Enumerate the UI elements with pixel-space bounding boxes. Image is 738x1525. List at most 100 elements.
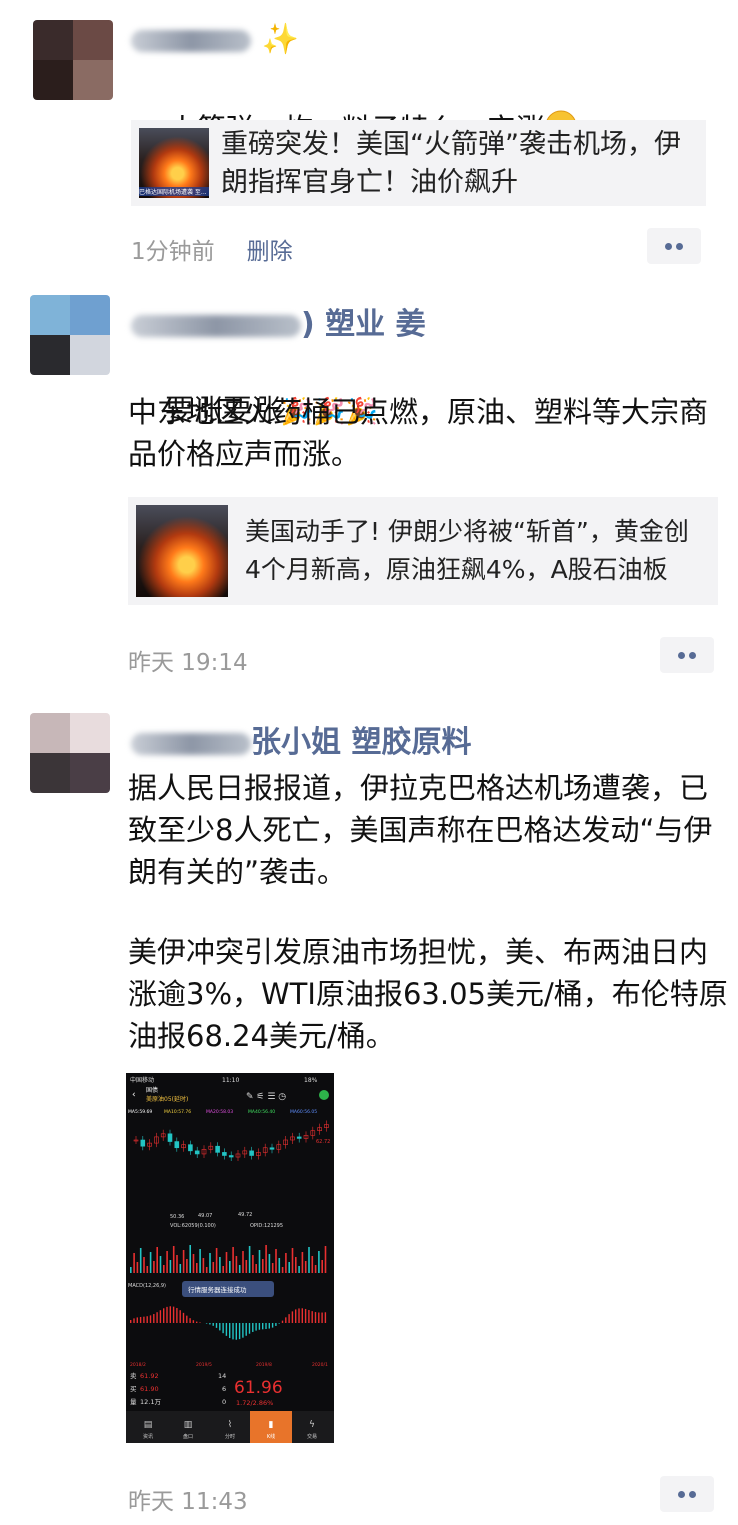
macd-bar [252, 1323, 254, 1332]
post-text-body: 中东地区火药桶已点燃，原油、塑料等大宗商品价格应声而涨。 [128, 395, 709, 471]
macd-bar [281, 1320, 284, 1323]
post-text: 据人民日报报道，伊拉克巴格达机场遭袭，已致至少8人死亡，美国声称在巴格达发动“与… [128, 771, 713, 889]
macd-bar [238, 1323, 241, 1340]
author-name[interactable]: 张小姐 塑胶原料 [131, 717, 471, 761]
post-time: 昨天 19:14 [128, 650, 248, 676]
svg-text:买: 买 [130, 1385, 137, 1393]
macd-bar [143, 1316, 145, 1323]
volume-bar [146, 1266, 149, 1273]
volume-bar [281, 1267, 284, 1273]
macd-bar [229, 1323, 231, 1339]
shared-article-card[interactable]: 巴格达国际机场遭袭 至... 重磅突发！美国“火箭弹”袭击机场，伊朗指挥官身亡！… [131, 120, 706, 206]
macd-bar [153, 1314, 155, 1323]
macd-bar [311, 1311, 313, 1323]
author-name[interactable]: ) 塑业 姜 [131, 299, 426, 343]
svg-text:MA40:56.40: MA40:56.40 [248, 1109, 275, 1115]
macd-bar [215, 1323, 218, 1328]
moment-post-1: ✨ 火箭弹一炸，料子特么一定涨 巴格达国际机场遭袭 至... 重磅突发！美国“火… [0, 0, 738, 285]
volume-bar [258, 1250, 261, 1273]
volume-bar [133, 1253, 135, 1273]
macd-bar [262, 1323, 264, 1330]
volume-bar [182, 1250, 185, 1273]
candle [228, 1155, 234, 1158]
candle [269, 1147, 275, 1150]
volume-bar [169, 1260, 172, 1273]
svg-text:资讯: 资讯 [143, 1433, 153, 1440]
macd-bar [232, 1323, 234, 1340]
macd-bar [205, 1323, 208, 1324]
more-actions-button[interactable] [660, 637, 714, 673]
avatar[interactable] [33, 20, 113, 100]
svg-text:2019/8: 2019/8 [256, 1362, 272, 1368]
volume-bar [149, 1252, 152, 1273]
volume-bar [143, 1257, 145, 1273]
volume-bar [196, 1263, 198, 1273]
trade-tab-icon: ϟ [309, 1420, 315, 1430]
volume-bar [222, 1266, 224, 1273]
macd-bar [149, 1315, 152, 1323]
volume-bar [172, 1246, 175, 1273]
candle [140, 1139, 146, 1147]
volume-bar [291, 1248, 294, 1273]
volume-bar [212, 1262, 215, 1273]
svg-text:MA10:57.76: MA10:57.76 [164, 1109, 191, 1115]
macd-bar [314, 1312, 317, 1323]
news-tab-icon: ▤ [144, 1420, 153, 1430]
star-icon: ✨ [261, 22, 299, 57]
svg-text:50.36: 50.36 [170, 1214, 184, 1220]
status-time: 11:10 [222, 1077, 239, 1084]
macd-bar [255, 1323, 257, 1331]
volume-bar [321, 1260, 323, 1273]
check-icon [319, 1090, 329, 1100]
volume-bar [189, 1245, 191, 1273]
trading-app-screenshot[interactable]: 中国移动 11:10 18% ‹ 国债 美原油05(延时) ✎ ⚟ ☰ ◷ MA… [126, 1073, 334, 1443]
volume-bar [209, 1253, 211, 1273]
volume-bar [229, 1261, 231, 1273]
macd-bar [189, 1318, 191, 1323]
price-change: 1.72/2.86% [236, 1399, 273, 1407]
macd-bar [268, 1323, 270, 1329]
shared-article-card[interactable]: 美国动手了! 伊朗少将被“斩首”，黄金创4个月新高，原油狂飙4%，A股石油板块.… [128, 497, 718, 605]
macd-bar [163, 1308, 165, 1323]
avatar[interactable] [30, 295, 110, 375]
macd-bar [301, 1308, 303, 1323]
volume-bar [245, 1260, 248, 1273]
svg-text:MA60:56.05: MA60:56.05 [290, 1109, 317, 1115]
volume-bar [248, 1246, 251, 1273]
author-name[interactable]: ✨ [131, 22, 299, 57]
volume-bar [262, 1259, 264, 1273]
moment-post-3: 张小姐 塑胶原料 据人民日报报道，伊拉克巴格达机场遭袭，已致至少8人死亡，美国声… [0, 695, 738, 1525]
svg-text:MA5:59.69: MA5:59.69 [128, 1109, 152, 1115]
macd-bar [235, 1323, 237, 1340]
macd-bar [146, 1316, 148, 1323]
volume-bar [235, 1256, 238, 1273]
macd-bar [288, 1314, 290, 1323]
candle [194, 1150, 200, 1155]
avatar[interactable] [30, 713, 110, 793]
status-carrier: 中国移动 [130, 1076, 154, 1084]
svg-text:盘口: 盘口 [183, 1433, 193, 1440]
volume-bar [179, 1264, 182, 1273]
article-title: 美国动手了! 伊朗少将被“斩首”，黄金创4个月新高，原油狂飙4%，A股石油板块.… [245, 517, 689, 584]
svg-text:量: 量 [130, 1398, 137, 1406]
svg-text:2020/1: 2020/1 [312, 1362, 328, 1368]
svg-text:2019/5: 2019/5 [196, 1362, 212, 1368]
svg-text:VOL:62059(0.100): VOL:62059(0.100) [170, 1223, 216, 1229]
more-actions-button[interactable] [647, 228, 701, 264]
volume-bar [159, 1256, 162, 1273]
svg-text:49.72: 49.72 [238, 1212, 252, 1218]
macd-bar [199, 1322, 201, 1323]
volume-bar [318, 1251, 320, 1273]
volume-bar [215, 1248, 218, 1273]
volume-bar [265, 1245, 267, 1273]
volume-bar [242, 1251, 244, 1273]
timeshare-tab-icon: ⌇ [228, 1419, 232, 1430]
volume-bar [156, 1247, 158, 1273]
macd-bar [209, 1323, 211, 1325]
volume-bar [288, 1262, 290, 1273]
article-thumbnail: 巴格达国际机场遭袭 至... [139, 128, 209, 198]
more-actions-button[interactable] [660, 1476, 714, 1512]
delete-link[interactable]: 删除 [247, 239, 293, 265]
orderbook-tab-icon: ▥ [184, 1420, 193, 1430]
macd-bar [186, 1315, 188, 1323]
